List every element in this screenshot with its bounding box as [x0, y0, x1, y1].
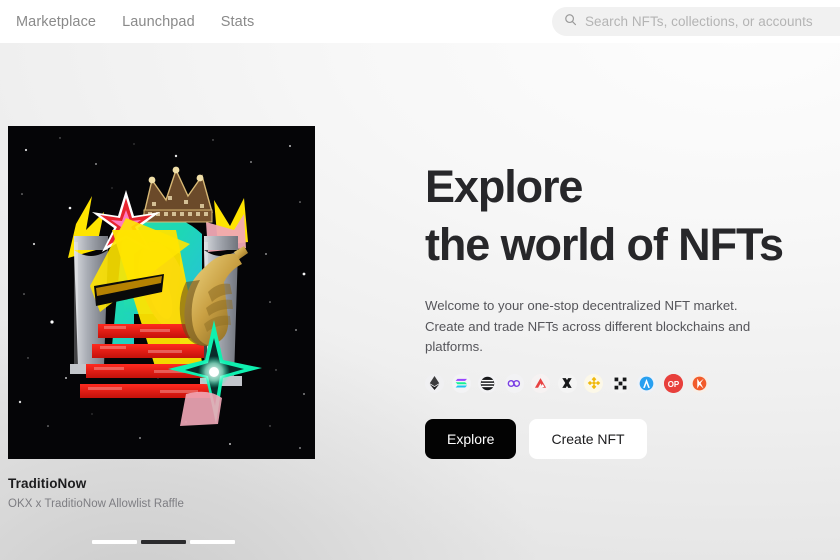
- carousel-dot-3[interactable]: [190, 540, 235, 544]
- cta-buttons: Explore Create NFT: [425, 418, 837, 459]
- arbitrum-icon[interactable]: [637, 373, 656, 393]
- search-bar[interactable]: Search NFTs, collections, or accounts: [552, 7, 840, 36]
- svg-text:OP: OP: [667, 379, 679, 388]
- kaia-icon[interactable]: [690, 373, 709, 393]
- top-navbar: Marketplace Launchpad Stats Search NFTs,…: [0, 0, 840, 43]
- featured-title: TraditioNow: [8, 476, 87, 491]
- x-layer-icon[interactable]: [557, 373, 577, 393]
- carousel-dot-1[interactable]: [92, 540, 137, 544]
- nav-item-marketplace[interactable]: Marketplace: [16, 14, 96, 30]
- bnb-chain-icon[interactable]: [584, 373, 603, 393]
- page-title: Explore the world of NFTs: [425, 161, 784, 270]
- featured-subtitle: OKX x TraditioNow Allowlist Raffle: [8, 498, 184, 510]
- ethereum-icon[interactable]: [425, 373, 444, 393]
- featured-artwork[interactable]: [8, 126, 315, 459]
- hero-description: Welcome to your one-stop decentralized N…: [425, 298, 751, 354]
- polygon-icon[interactable]: [504, 373, 524, 393]
- search-input-placeholder[interactable]: Search NFTs, collections, or accounts: [585, 14, 813, 29]
- solana-icon[interactable]: [451, 373, 471, 393]
- featured-caption: TraditioNow OKX x TraditioNow Allowlist …: [8, 476, 184, 510]
- carousel-indicators: [92, 540, 235, 544]
- nav-links: Marketplace Launchpad Stats: [16, 14, 254, 30]
- optimism-icon[interactable]: OP: [663, 373, 683, 393]
- search-icon: [564, 13, 577, 31]
- nav-item-launchpad[interactable]: Launchpad: [122, 14, 195, 30]
- avalanche-icon[interactable]: [531, 373, 550, 393]
- supported-chains-row: OP: [425, 373, 837, 393]
- explore-button[interactable]: Explore: [425, 418, 517, 459]
- create-nft-button[interactable]: Create NFT: [529, 418, 647, 459]
- carousel-dot-2[interactable]: [141, 540, 186, 544]
- sui-icon[interactable]: [478, 373, 497, 393]
- nav-item-stats[interactable]: Stats: [221, 14, 255, 30]
- starknet-icon[interactable]: [610, 373, 630, 393]
- hero-section: Explore the world of NFTs Welcome to you…: [425, 158, 837, 459]
